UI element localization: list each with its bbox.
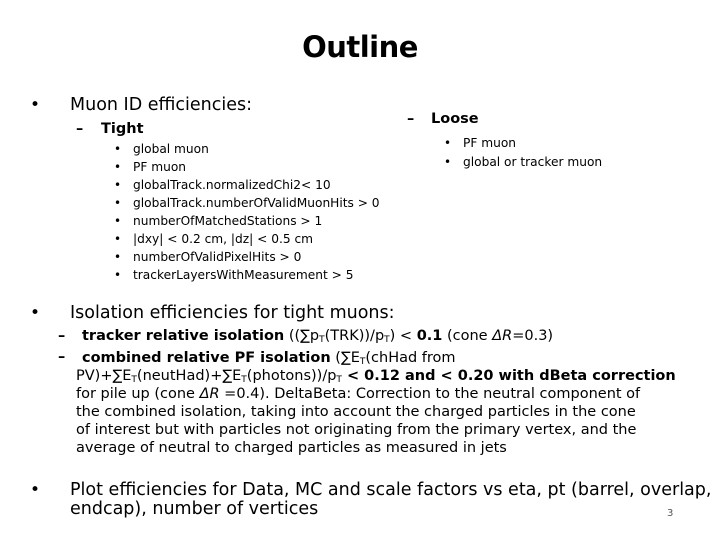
bullet-icon: • [114,196,122,210]
combined-line-1: combined relative PF isolation (∑ET(chHa… [76,349,676,367]
delta-r: ΔR [492,328,513,344]
dash-icon: – [58,349,66,365]
tight-label: Tight [101,121,144,137]
tracker-isolation-label: tracker relative isolation [82,328,285,344]
combined-line-5: of interest but with particles not origi… [76,422,637,438]
bullet-icon: • [114,250,122,264]
loose-label: Loose [431,111,479,127]
dash-icon: – [58,328,66,344]
formula-text: ) < [389,328,417,344]
formula-text: (cone [442,328,493,344]
bullet-icon: • [30,95,41,115]
list-item: PF muon [133,160,187,174]
combined-line-2: PV)+∑ET(neutHad)+∑ET(photons))/pT < 0.12… [76,367,676,385]
formula-text: =0.3) [512,328,554,344]
formula-text: (neutHad)+∑E [136,368,242,384]
formula-text: (TRK))/p [324,328,385,344]
combined-line-4: the combined isolation, taking into acco… [76,404,636,420]
bullet-icon: • [30,480,41,500]
list-item: PF muon [463,136,517,150]
formula-text: (photons))/p [246,368,337,384]
combined-line-3: for pile up (cone ΔR =0.4). DeltaBeta: C… [76,385,676,403]
list-item: globalTrack.normalizedChi2< 10 [133,178,331,192]
plots-line-1: Plot efficiencies for Data, MC and scale… [70,480,712,500]
bullet-icon: • [114,268,122,282]
list-item: globalTrack.numberOfValidMuonHits > 0 [133,196,380,210]
combined-isolation-label: combined relative PF isolation [82,350,331,366]
plots-line-2: endcap), number of vertices [70,499,319,519]
bullet-icon: • [114,160,122,174]
list-item: global muon [133,142,209,156]
slide-title: Outline [302,30,418,64]
bullet-icon: • [114,232,122,246]
bullet-icon: • [444,136,452,150]
list-item: global or tracker muon [463,155,603,169]
list-item: trackerLayersWithMeasurement > 5 [133,268,354,282]
bullet-icon: • [444,155,452,169]
bullet-icon: • [114,214,122,228]
formula-text: (∑E [330,350,360,366]
cut-value: 0.1 [416,328,443,344]
formula-text: ((∑p [284,328,320,344]
tracker-isolation-item: tracker relative isolation ((∑pT(TRK))/p… [82,328,553,345]
formula-text: (chHad from [365,350,456,366]
slide: Outline • Muon ID efficiencies: – Tight … [0,0,720,540]
bullet-icon: • [114,142,122,156]
combined-line-6: average of neutral to charged particles … [76,440,507,456]
cut-values: < 0.12 and < 0.20 with dBeta correction [341,368,676,384]
dash-icon: – [76,121,84,137]
dash-icon: – [407,111,415,127]
formula-text: PV)+∑E [76,368,132,384]
formula-text: for pile up (cone [76,386,200,402]
bullet-icon: • [114,178,122,192]
bullet-icon: • [30,303,41,323]
list-item: numberOfMatchedStations > 1 [133,214,323,228]
list-item: numberOfValidPixelHits > 0 [133,250,302,264]
muon-id-heading: Muon ID efficiencies: [70,95,253,115]
formula-text: =0.4). DeltaBeta: Correction to the neut… [219,386,641,402]
isolation-heading: Isolation efficiencies for tight muons: [70,303,395,323]
delta-r: ΔR [199,386,220,402]
combined-isolation-item: combined relative PF isolation (∑ET(chHa… [76,349,676,457]
page-number: 3 [667,508,674,519]
list-item: |dxy| < 0.2 cm, |dz| < 0.5 cm [133,232,314,246]
